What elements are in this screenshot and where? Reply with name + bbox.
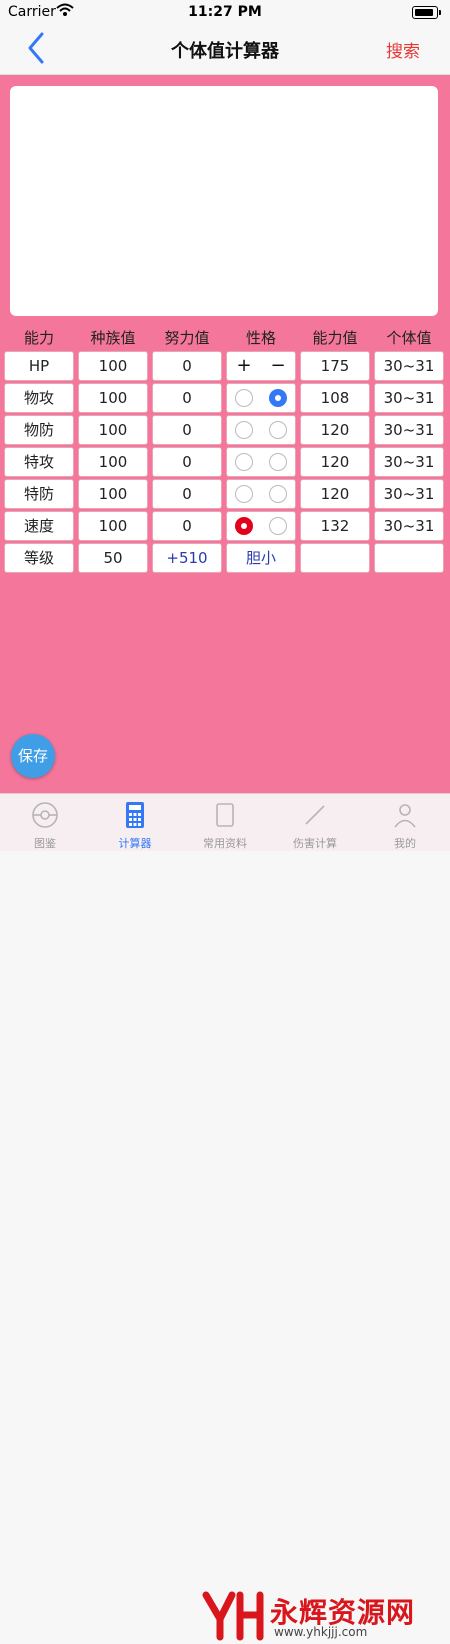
clock: 11:27 PM [188, 4, 262, 20]
stat-value-sp-defense: 120 [300, 479, 370, 509]
tab-damage-calc[interactable]: 伤害计算 [270, 794, 360, 851]
save-button[interactable]: 保存 [11, 734, 55, 778]
tab-common-info[interactable]: 常用资料 [180, 794, 270, 851]
nature-up-radio-speed[interactable] [235, 517, 253, 535]
effort-input-speed[interactable]: 0 [152, 511, 222, 541]
effort-input-attack[interactable]: 0 [152, 383, 222, 413]
stat-label-sp-attack: 特攻 [4, 447, 74, 477]
nature-cell-speed [226, 511, 296, 541]
nature-down-radio-defense[interactable] [269, 421, 287, 439]
iv-range-sp-defense: 30~31 [374, 479, 444, 509]
base-stat-input-hp[interactable]: 100 [78, 351, 148, 381]
stat-value-attack: 108 [300, 383, 370, 413]
header-iv: 个体值 [386, 329, 432, 347]
effort-total: +510 [152, 543, 222, 573]
header-value: 能力值 [312, 329, 358, 347]
page-title: 个体值计算器 [171, 41, 279, 62]
tab-calculator[interactable]: 计算器 [90, 794, 180, 851]
level-input[interactable]: 50 [78, 543, 148, 573]
nature-cell-sp-defense [226, 479, 296, 509]
effort-input-hp[interactable]: 0 [152, 351, 222, 381]
tab-bar: 图鉴 计算器 常用资料 伤害计算 我的 永辉资源网 www.yhkjjj.com [0, 793, 450, 1641]
watermark: 永辉资源网 www.yhkjjj.com [200, 1587, 440, 1644]
effort-input-sp-defense[interactable]: 0 [152, 479, 222, 509]
base-stat-input-sp-attack[interactable]: 100 [78, 447, 148, 477]
nature-down-radio-speed[interactable] [269, 517, 287, 535]
level-label: 等级 [4, 543, 74, 573]
nature-up-radio-attack[interactable] [235, 389, 253, 407]
tab-pokedex[interactable]: 图鉴 [0, 794, 90, 851]
stat-label-sp-defense: 特防 [4, 479, 74, 509]
header-stat: 能力 [23, 329, 54, 347]
base-stat-input-sp-defense[interactable]: 100 [78, 479, 148, 509]
minus-button[interactable]: − [270, 352, 285, 380]
nature-up-radio-sp-attack[interactable] [235, 453, 253, 471]
nature-selector[interactable]: 胆小 [226, 543, 296, 573]
nature-up-radio-sp-defense[interactable] [235, 485, 253, 503]
pokeball-icon [32, 802, 58, 828]
tab-label: 我的 [394, 837, 416, 850]
nature-cell-hp: + − [226, 351, 296, 381]
search-button[interactable]: 搜索 [386, 37, 420, 62]
level-value-empty [300, 543, 370, 573]
nature-up-radio-defense[interactable] [235, 421, 253, 439]
tab-label: 计算器 [118, 837, 152, 850]
nature-cell-sp-attack [226, 447, 296, 477]
stat-value-hp: 175 [300, 351, 370, 381]
calculator-icon [126, 802, 144, 828]
tab-label: 常用资料 [203, 837, 247, 850]
header-effort: 努力值 [164, 329, 210, 347]
stat-label-defense: 物防 [4, 415, 74, 445]
level-iv-empty [374, 543, 444, 573]
iv-range-defense: 30~31 [374, 415, 444, 445]
stat-label-speed: 速度 [4, 511, 74, 541]
stat-value-speed: 132 [300, 511, 370, 541]
base-stat-input-speed[interactable]: 100 [78, 511, 148, 541]
nature-cell-defense [226, 415, 296, 445]
watermark-logo-icon [202, 1591, 264, 1641]
header-nature: 性格 [245, 329, 276, 347]
iv-range-attack: 30~31 [374, 383, 444, 413]
stat-label-attack: 物攻 [4, 383, 74, 413]
tab-mine[interactable]: 我的 [360, 794, 450, 851]
user-icon [394, 804, 416, 828]
iv-range-sp-attack: 30~31 [374, 447, 444, 477]
battery-icon [412, 6, 441, 19]
navigation-bar: 个体值计算器 搜索 [0, 24, 450, 75]
book-icon [216, 803, 234, 827]
nature-down-radio-attack[interactable] [269, 389, 287, 407]
calculator-panel: 能力 种族值 努力值 性格 能力值 个体值 HP 100 0 + − 175 3… [0, 75, 450, 793]
base-stat-input-defense[interactable]: 100 [78, 415, 148, 445]
result-display-area [10, 86, 438, 316]
stat-value-defense: 120 [300, 415, 370, 445]
nature-cell-attack [226, 383, 296, 413]
plus-button[interactable]: + [236, 352, 251, 380]
sword-icon [305, 805, 325, 825]
status-bar: Carrier 11:27 PM [0, 0, 450, 24]
nature-down-radio-sp-attack[interactable] [269, 453, 287, 471]
tab-label: 伤害计算 [293, 837, 337, 850]
iv-range-speed: 30~31 [374, 511, 444, 541]
effort-input-defense[interactable]: 0 [152, 415, 222, 445]
nature-down-radio-sp-defense[interactable] [269, 485, 287, 503]
base-stat-input-attack[interactable]: 100 [78, 383, 148, 413]
stat-value-sp-attack: 120 [300, 447, 370, 477]
header-base: 种族值 [90, 329, 136, 347]
tab-label: 图鉴 [34, 837, 56, 850]
effort-input-sp-attack[interactable]: 0 [152, 447, 222, 477]
iv-range-hp: 30~31 [374, 351, 444, 381]
watermark-url: www.yhkjjj.com [274, 1625, 368, 1639]
stat-label-hp: HP [4, 351, 74, 381]
